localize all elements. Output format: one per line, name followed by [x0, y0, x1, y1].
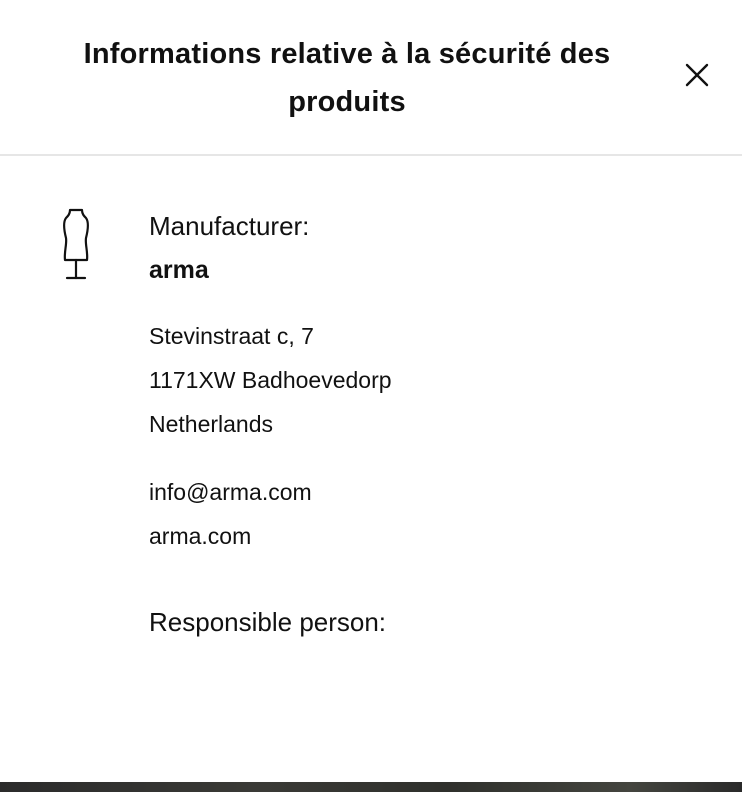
manufacturer-address: Stevinstraat c, 7 1171XW Badhoevedorp Ne… — [149, 314, 709, 446]
address-city: 1171XW Badhoevedorp — [149, 367, 392, 393]
manufacturer-contact: info@arma.com arma.com — [149, 470, 709, 558]
dialog-header: Informations relative à la sécurité des … — [0, 0, 742, 156]
background-page-strip — [0, 782, 742, 792]
manufacturer-info: Manufacturer: arma Stevinstraat c, 7 117… — [149, 208, 709, 640]
responsible-person-label: Responsible person: — [149, 607, 387, 637]
address-street: Stevinstraat c, 7 — [149, 323, 314, 349]
dialog-title: Informations relative à la sécurité des … — [83, 38, 611, 118]
close-button[interactable] — [678, 56, 716, 94]
manufacturer-name: arma — [149, 256, 209, 284]
manufacturer-email: info@arma.com — [149, 479, 312, 505]
mannequin-icon — [63, 208, 89, 280]
address-country: Netherlands — [149, 411, 274, 437]
manufacturer-label: Manufacturer: — [149, 211, 310, 241]
product-safety-dialog: Informations relative à la sécurité des … — [0, 0, 742, 782]
dialog-body: Manufacturer: arma Stevinstraat c, 7 117… — [0, 156, 742, 782]
manufacturer-website: arma.com — [149, 523, 252, 549]
close-icon — [685, 63, 709, 87]
